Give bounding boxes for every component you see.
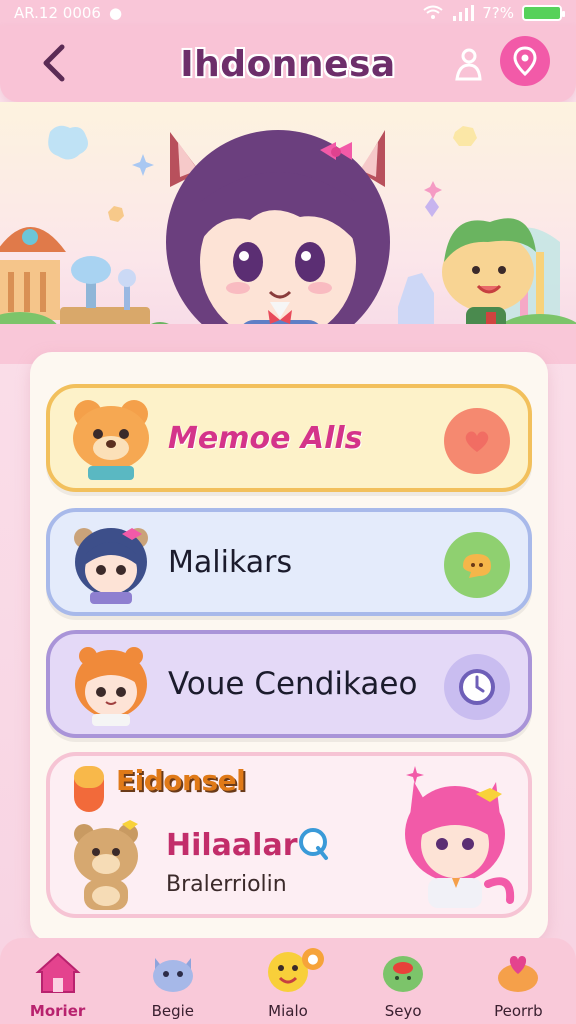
cat-girl-avatar-icon <box>405 782 515 908</box>
capsule-icon <box>74 766 104 812</box>
nav-item-peorrb[interactable]: Peorrb <box>468 948 568 1020</box>
badge-icon <box>299 828 328 860</box>
notification-badge: ● <box>301 948 324 970</box>
wifi-icon <box>423 5 443 19</box>
app-header: Ihdonnesa <box>0 26 576 102</box>
clock-icon <box>459 669 495 705</box>
nav-label: Seyo <box>384 1002 422 1020</box>
hero-illustration <box>0 102 576 364</box>
menu-card-malikars[interactable]: Malikars <box>46 508 532 616</box>
nav-item-begie[interactable]: Begie <box>123 948 223 1020</box>
nav-label: Mialo <box>268 1002 308 1020</box>
chat-bubble-icon <box>463 554 491 578</box>
bear-avatar-icon <box>73 400 149 480</box>
girl-avatar-icon <box>74 528 148 604</box>
nav-item-home[interactable]: Morier <box>8 948 108 1020</box>
battery-icon <box>522 5 565 21</box>
nav-label: Peorrb <box>494 1002 543 1020</box>
menu-card-label: Malikars <box>168 544 293 580</box>
promo-tag: Eidonsel <box>116 764 246 797</box>
menu-card-voue-cendikaeo[interactable]: Voue Cendikaeo <box>46 630 532 738</box>
location-pin-icon <box>513 46 537 76</box>
user-icon <box>455 48 482 81</box>
nav-item-seyo[interactable]: Seyo <box>353 948 453 1020</box>
cat-face-icon <box>152 958 193 992</box>
heart-button[interactable] <box>444 408 510 474</box>
promo-subtitle: Bralerriolin <box>166 872 287 897</box>
status-time: AR.12 0006 <box>14 4 101 22</box>
location-button[interactable] <box>500 36 550 86</box>
chevron-left-icon <box>43 44 65 82</box>
boy-avatar-icon <box>75 647 147 726</box>
home-icon <box>34 952 81 993</box>
heart-icon <box>465 431 489 452</box>
signal-icon <box>453 5 475 21</box>
nav-label: Morier <box>29 1002 86 1020</box>
melon-icon <box>383 956 424 992</box>
heart-basket-icon <box>498 956 539 992</box>
battery-percent: 7?% <box>482 4 514 22</box>
profile-button[interactable] <box>448 44 488 84</box>
sparkle-icon <box>406 766 424 784</box>
status-bar: AR.12 0006 ● 7?% <box>0 0 576 26</box>
menu-card-memoe-alls[interactable]: Memoe Alls <box>46 384 532 492</box>
chat-button[interactable] <box>444 532 510 598</box>
bear-mascot-icon <box>74 820 138 910</box>
timer-button[interactable] <box>444 654 510 720</box>
promo-title: Hilaalar <box>166 828 298 863</box>
menu-card-label: Memoe Alls <box>168 420 363 456</box>
back-button[interactable] <box>30 40 76 86</box>
nav-item-mialo[interactable]: ● Mialo <box>238 948 338 1020</box>
menu-card-label: Voue Cendikaeo <box>168 666 418 702</box>
page-title: Ihdonnesa <box>180 43 396 85</box>
notification-dot-icon: ● <box>108 4 123 22</box>
bottom-nav: Morier Begie ● Mialo Seyo Peorrb <box>0 938 576 1024</box>
nav-label: Begie <box>151 1002 194 1020</box>
hero-scene <box>0 125 576 364</box>
promo-card[interactable]: Eidonsel Hilaalar Bralerriolin <box>46 752 532 918</box>
